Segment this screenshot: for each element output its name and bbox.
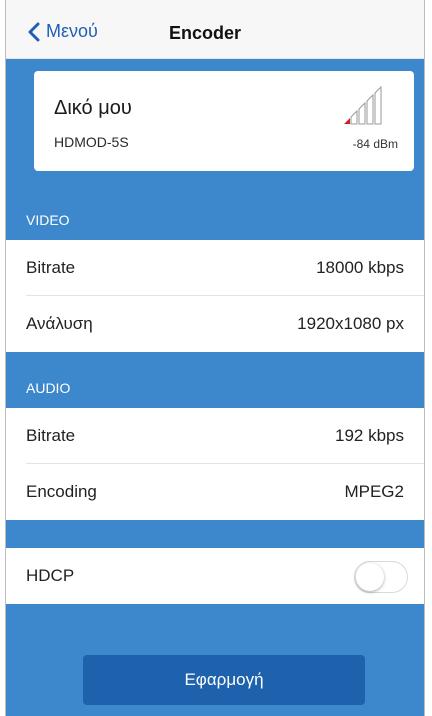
signal-bar-2 <box>350 109 358 125</box>
page-title: Encoder <box>168 23 242 43</box>
device-card[interactable]: Δικό μου HDMOD-5S -84 dBm <box>34 71 414 171</box>
device-model: HDMOD-5S <box>54 134 129 150</box>
video-resolution-row[interactable]: Ανάλυση 1920x1080 px <box>6 296 424 352</box>
audio-bitrate-row[interactable]: Bitrate 192 kbps <box>6 408 424 464</box>
signal-bar-3 <box>358 101 366 125</box>
signal-bar-1 <box>344 118 350 124</box>
row-label: Encoding <box>26 482 97 501</box>
hdcp-toggle[interactable] <box>354 561 408 593</box>
row-value: 1920x1080 px <box>297 314 404 333</box>
video-section-header: VIDEO <box>6 200 424 240</box>
audio-section-label: AUDIO <box>26 380 71 396</box>
navigation-bar: Μενού Encoder <box>6 0 424 59</box>
signal-strength-icon <box>344 85 382 125</box>
row-label: Bitrate <box>26 258 76 277</box>
signal-bar-5 <box>374 85 382 125</box>
signal-bar-4 <box>366 93 374 125</box>
row-label: Ανάλυση <box>26 314 93 333</box>
hdcp-label: HDCP <box>26 566 75 585</box>
row-value: MPEG2 <box>344 482 404 501</box>
hdcp-row: HDCP <box>6 548 424 604</box>
row-value: 192 kbps <box>335 426 404 445</box>
apply-button[interactable]: Εφαρμογή <box>83 655 365 705</box>
row-label: Bitrate <box>26 426 76 445</box>
video-bitrate-row[interactable]: Bitrate 18000 kbps <box>6 240 424 296</box>
audio-section-header: AUDIO <box>6 368 424 408</box>
audio-encoding-row[interactable]: Encoding MPEG2 <box>6 464 424 520</box>
app-screen: Μενού Encoder Δικό μου HDMOD-5S -84 dBm … <box>5 0 425 716</box>
row-value: 18000 kbps <box>316 258 404 277</box>
video-section-label: VIDEO <box>26 212 70 228</box>
device-name: Δικό μου <box>54 97 132 119</box>
signal-strength-value: -84 dBm <box>352 137 398 151</box>
toggle-knob <box>356 563 384 591</box>
